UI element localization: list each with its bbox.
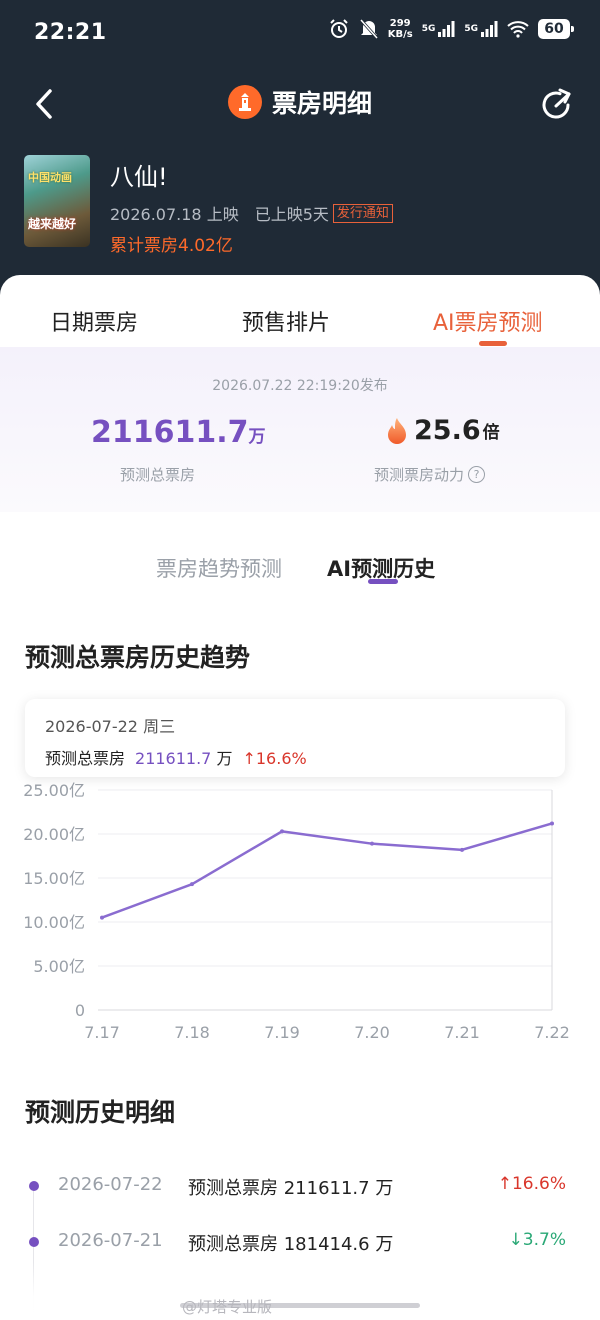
alarm-icon <box>328 18 350 40</box>
data-point <box>460 847 464 852</box>
x-tick-label: 7.17 <box>84 1023 120 1042</box>
x-tick-label: 7.21 <box>444 1023 480 1042</box>
momentum-label: 预测票房动力 <box>374 466 465 484</box>
main-tabs: 日期票房 预售排片 AI票房预测 <box>0 275 600 347</box>
net-speed-unit: KB/s <box>387 29 413 40</box>
lighthouse-logo-icon <box>227 85 262 119</box>
tooltip-value: 211611.7 <box>135 749 212 768</box>
data-point <box>550 821 554 826</box>
forecast-summary: 2026.07.22 22:19:20发布 211611.7万 预测总票房 25… <box>0 347 600 512</box>
subtab-trend-forecast[interactable]: 票房趋势预测 <box>156 553 282 583</box>
forecast-total-value: 211611.7万 <box>91 415 266 450</box>
tooltip-label: 预测总票房 <box>45 749 126 768</box>
x-tick-label: 7.18 <box>174 1023 210 1042</box>
series-line <box>101 822 553 919</box>
share-icon <box>542 88 571 119</box>
history-change: ↓3.7% <box>508 1230 566 1250</box>
x-tick-label: 7.20 <box>354 1023 390 1042</box>
sim1-label: 5G <box>421 24 436 34</box>
sub-tabs: 票房趋势预测 AI预测历史 <box>0 550 600 600</box>
bottom-fade <box>0 1262 600 1320</box>
y-tick-label: 5.00亿 <box>33 957 85 976</box>
active-subtab-indicator <box>368 579 398 584</box>
history-date: 2026-07-21 <box>58 1230 163 1251</box>
question-circle-icon[interactable]: ? <box>468 466 486 483</box>
watermark: @灯塔专业版 <box>182 1296 272 1317</box>
tooltip-change: ↑16.6% <box>242 749 307 768</box>
y-tick-label: 0 <box>75 1001 85 1020</box>
poster-text-2: 越来越好 <box>28 217 77 231</box>
header-area: 22:21 299 KB/s 5G 5G 60 票房明细 中国动画 越来越好 八… <box>0 0 600 300</box>
x-tick-label: 7.22 <box>534 1023 570 1042</box>
battery-indicator: 60 <box>538 19 574 39</box>
history-text: 预测总票房 181414.6 万 <box>188 1234 394 1255</box>
forecast-total-number: 211611.7 <box>91 415 249 450</box>
movie-info: 中国动画 越来越好 八仙! 2026.07.18 上映 已上映5天 发行通知 累… <box>24 155 584 256</box>
chart-tooltip: 2026-07-22 周三 预测总票房 211611.7 万 ↑16.6% <box>25 699 565 777</box>
tab-ai-forecast[interactable]: AI票房预测 <box>433 305 543 337</box>
data-point <box>190 882 194 887</box>
release-date: 2026.07.18 上映 <box>110 205 239 224</box>
momentum-value: 25.6 倍 <box>386 415 500 446</box>
nav-title-group: 票房明细 <box>0 84 600 120</box>
data-point <box>100 915 104 920</box>
net-speed-value: 299 <box>389 18 411 29</box>
flame-icon <box>388 417 406 444</box>
history-text: 预测总票房 211611.7 万 <box>188 1178 394 1199</box>
forecast-total-unit: 万 <box>248 427 266 447</box>
forecast-total-label: 预测总票房 <box>120 466 196 484</box>
share-button[interactable] <box>538 86 574 122</box>
mute-bell-icon <box>359 18 379 40</box>
days-released: 已上映5天 <box>254 205 329 224</box>
tooltip-unit: 万 <box>216 749 233 768</box>
signal-icon-1: 5G <box>422 20 456 38</box>
tooltip-date: 2026-07-22 周三 <box>45 717 176 736</box>
timeline-dot <box>29 1181 39 1191</box>
active-tab-indicator <box>479 341 507 346</box>
tab-date-box-office[interactable]: 日期票房 <box>50 305 138 337</box>
history-date: 2026-07-22 <box>58 1174 163 1195</box>
watermark-text: @灯塔专业版 <box>182 1298 273 1316</box>
cumulative-box-office: 累计票房4.02亿 <box>110 236 233 256</box>
signal-icon-2: 5G <box>464 20 498 38</box>
y-tick-label: 10.00亿 <box>23 913 85 932</box>
history-row[interactable]: 2026-07-22 预测总票房 211611.7 万 ↑16.6% <box>0 1170 600 1210</box>
y-tick-label: 20.00亿 <box>23 825 85 844</box>
nav-bar: 票房明细 <box>0 70 600 140</box>
wifi-icon <box>507 20 529 38</box>
history-change: ↑16.6% <box>497 1174 566 1194</box>
y-tick-label: 15.00亿 <box>23 869 85 888</box>
tooltip-row: 预测总票房 211611.7 万 ↑16.6% <box>45 745 307 769</box>
trend-line-chart[interactable]: 0 5.00亿 10.00亿 15.00亿 20.00亿 25.00亿 7.17 7.18 7.… <box>0 770 600 1060</box>
data-point <box>280 829 284 834</box>
timeline-dot <box>29 1237 39 1247</box>
sim2-label: 5G <box>464 24 478 34</box>
data-point <box>370 841 374 846</box>
poster-text-1: 中国动画 <box>28 171 72 184</box>
movie-poster[interactable]: 中国动画 越来越好 <box>24 155 90 247</box>
status-time: 22:21 <box>34 20 107 45</box>
status-bar: 22:21 299 KB/s 5G 5G 60 <box>0 0 600 66</box>
momentum-label-group: 预测票房动力 ? <box>374 464 486 485</box>
history-row[interactable]: 2026-07-21 预测总票房 181414.6 万 ↓3.7% <box>0 1226 600 1266</box>
status-icons: 299 KB/s 5G 5G 60 <box>328 18 574 40</box>
page-title: 票房明细 <box>271 89 372 118</box>
momentum-unit: 倍 <box>482 423 500 443</box>
x-tick-label: 7.19 <box>264 1023 300 1042</box>
net-speed: 299 KB/s <box>388 18 413 40</box>
release-notice-badge[interactable]: 发行通知 <box>332 203 393 223</box>
momentum-number: 25.6 <box>414 415 481 446</box>
tab-presale-schedule[interactable]: 预售排片 <box>242 305 330 337</box>
movie-meta: 2026.07.18 上映 已上映5天 发行通知 <box>110 201 393 225</box>
trend-section-title: 预测总票房历史趋势 <box>25 643 251 672</box>
y-tick-label: 25.00亿 <box>23 781 85 800</box>
movie-title: 八仙! <box>110 163 168 191</box>
detail-section-title: 预测历史明细 <box>25 1098 176 1127</box>
publish-time: 2026.07.22 22:19:20发布 <box>212 378 388 394</box>
